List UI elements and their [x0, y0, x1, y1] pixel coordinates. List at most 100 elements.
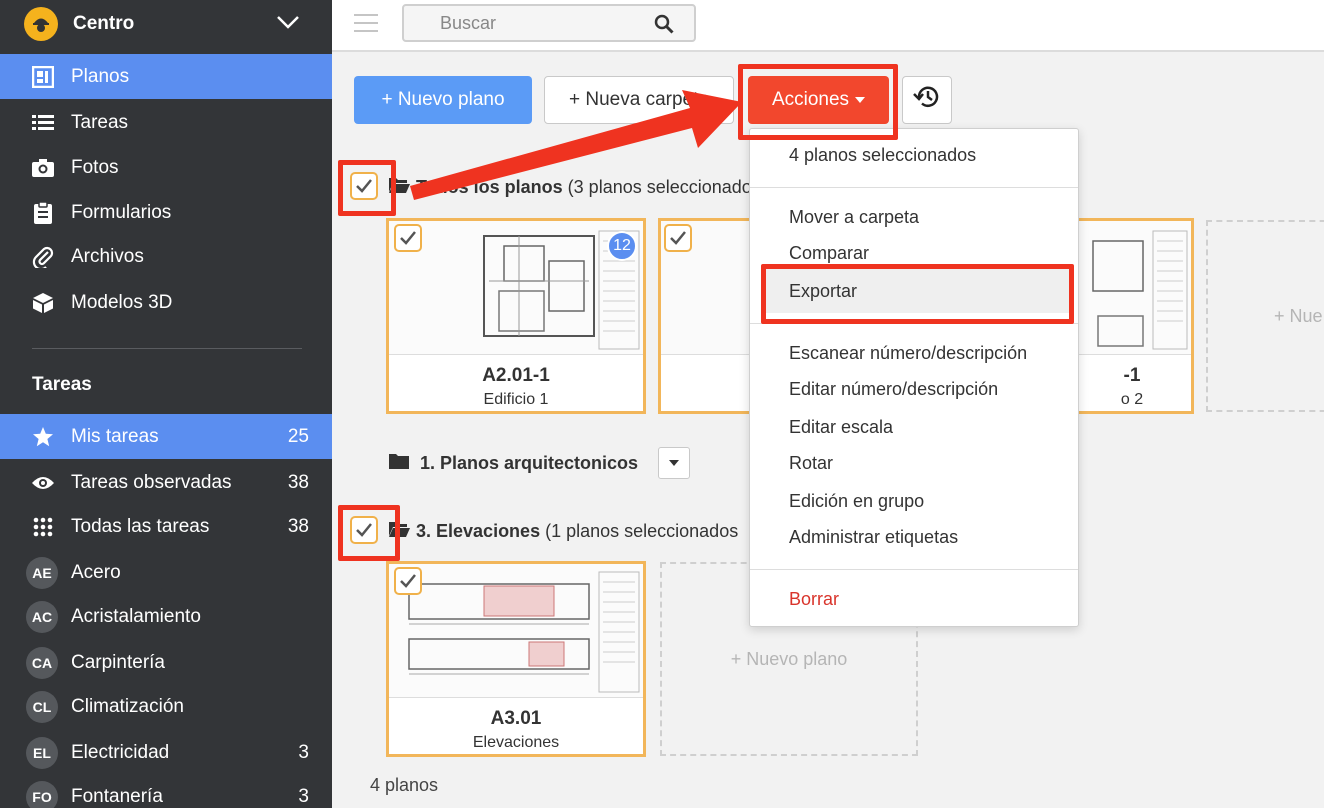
- check-icon: [400, 574, 416, 588]
- check-icon: [400, 231, 416, 245]
- worker-logo-icon: [24, 7, 58, 41]
- sidebar-item-electricidad[interactable]: EL Electricidad 3: [0, 730, 332, 775]
- sidebar-item-label: Acristalamiento: [71, 605, 201, 627]
- task-count: 38: [287, 515, 309, 537]
- folder-name: 3. Elevaciones: [416, 521, 541, 541]
- sidebar-item-acero[interactable]: AE Acero: [0, 550, 332, 595]
- sidebar-item-label: Todas las tareas: [71, 515, 210, 537]
- sidebar-item-mis-tareas[interactable]: Mis tareas 25: [0, 414, 332, 459]
- menu-item-edit-number[interactable]: Editar número/descripción: [789, 379, 998, 400]
- sidebar-item-acristalamiento[interactable]: AC Acristalamiento: [0, 594, 332, 639]
- sidebar-item-label: Fontanería: [71, 785, 163, 807]
- grid-icon: [28, 517, 58, 537]
- chevron-down-icon[interactable]: [276, 14, 300, 35]
- new-plan-placeholder-label: + Nuevo plano: [730, 648, 848, 669]
- folder-header-elev[interactable]: 3. Elevaciones (1 planos seleccionados: [388, 520, 738, 543]
- plan-description: Edificio 1: [483, 391, 549, 408]
- menu-item-scan-number[interactable]: Escanear número/descripción: [789, 343, 1027, 364]
- sidebar-item-label: Tareas observadas: [71, 471, 232, 493]
- menu-item-manage-tags[interactable]: Administrar etiquetas: [789, 527, 958, 548]
- sidebar-item-formularios[interactable]: Formularios: [0, 190, 332, 235]
- trade-avatar: CL: [26, 690, 58, 723]
- plan-count: 4 planos: [370, 775, 439, 795]
- plan-number: -1: [1123, 365, 1141, 386]
- paperclip-icon: [28, 246, 58, 268]
- trade-avatar: AC: [26, 600, 58, 633]
- project-switcher[interactable]: Centro: [0, 0, 332, 48]
- plan-number: A3.01: [490, 708, 542, 729]
- plan-number: A2.01-1: [482, 365, 550, 386]
- plans-icon: [28, 65, 58, 88]
- history-icon: [913, 84, 941, 116]
- new-folder-button[interactable]: + Nueva carpeta: [544, 76, 734, 124]
- folder-name: 1. Planos arquitectonicos: [420, 453, 639, 473]
- sidebar-item-label: Tareas: [71, 111, 129, 133]
- task-count-badge[interactable]: 12: [607, 231, 637, 261]
- menu-item-bulk-edit[interactable]: Edición en grupo: [789, 491, 924, 512]
- search-placeholder: Buscar: [440, 12, 497, 33]
- sidebar-item-carpinteria[interactable]: CA Carpintería: [0, 640, 332, 685]
- sidebar-item-fotos[interactable]: Fotos: [0, 145, 332, 190]
- list-icon: [28, 114, 58, 132]
- project-name: Centro: [73, 13, 135, 34]
- clipboard-icon: [28, 201, 58, 224]
- sidebar-item-label: Climatización: [71, 695, 184, 717]
- new-plan-placeholder[interactable]: + Nue: [1206, 220, 1324, 412]
- sidebar-item-climatizacion[interactable]: CL Climatización: [0, 684, 332, 729]
- hamburger-icon[interactable]: [354, 12, 378, 39]
- search-icon[interactable]: [654, 14, 674, 39]
- sidebar-item-label: Modelos 3D: [71, 291, 173, 313]
- plan-card[interactable]: 12 A2.01-1 Edificio 1: [386, 218, 646, 414]
- sidebar-item-label: Acero: [71, 561, 121, 583]
- menu-item-delete[interactable]: Borrar: [789, 589, 839, 610]
- plan-checkbox[interactable]: [664, 224, 692, 252]
- folder-selection-note: (1 planos seleccionados: [545, 521, 739, 541]
- check-icon: [670, 231, 686, 245]
- history-button[interactable]: [902, 76, 952, 124]
- sidebar-divider: [32, 348, 302, 349]
- folder-options-dropdown[interactable]: [658, 447, 690, 479]
- menu-item-edit-scale[interactable]: Editar escala: [789, 417, 893, 438]
- menu-divider: [750, 569, 1078, 570]
- plan-checkbox[interactable]: [394, 567, 422, 595]
- plan-card[interactable]: A3.01 Elevaciones: [386, 561, 646, 757]
- trade-avatar: FO: [26, 780, 58, 808]
- plan-checkbox[interactable]: [394, 224, 422, 252]
- sidebar-item-planos[interactable]: Planos: [0, 54, 332, 99]
- folder-header-arch[interactable]: 1. Planos arquitectonicos: [388, 452, 638, 475]
- sidebar-item-todas-las-tareas[interactable]: Todas las tareas 38: [0, 504, 332, 549]
- trade-avatar: EL: [26, 736, 58, 769]
- sidebar-item-tareas-observadas[interactable]: Tareas observadas 38: [0, 460, 332, 505]
- new-plan-button[interactable]: + Nuevo plano: [354, 76, 532, 124]
- sidebar-item-tareas[interactable]: Tareas: [0, 100, 332, 145]
- star-icon: [28, 426, 58, 448]
- menu-item-rotate[interactable]: Rotar: [789, 453, 833, 474]
- annotation-box-folder-checkbox: [338, 505, 400, 561]
- sidebar-item-label: Carpintería: [71, 651, 165, 673]
- camera-icon: [28, 158, 58, 177]
- folder-icon: [388, 452, 410, 475]
- menu-item-compare[interactable]: Comparar: [789, 243, 869, 264]
- sidebar-item-label: Planos: [71, 65, 130, 87]
- sidebar-item-label: Archivos: [71, 245, 144, 267]
- caret-down-icon: [669, 460, 679, 466]
- sidebar-item-fontaneria[interactable]: FO Fontanería 3: [0, 774, 332, 808]
- sidebar-item-modelos-3d[interactable]: Modelos 3D: [0, 280, 332, 325]
- folder-header-all[interactable]: Todos los planos (3 planos seleccionados: [388, 176, 761, 199]
- annotation-box-select-all: [338, 160, 396, 216]
- sidebar-section-title: Tareas: [32, 374, 92, 395]
- sidebar-item-archivos[interactable]: Archivos: [0, 234, 332, 279]
- plan-thumbnail: [389, 564, 643, 698]
- task-count: 38: [287, 471, 309, 493]
- annotation-box-actions: [738, 64, 898, 140]
- eye-icon: [28, 475, 58, 491]
- plan-card[interactable]: -1 o 2: [1070, 218, 1194, 414]
- sidebar-item-label: Electricidad: [71, 741, 170, 763]
- actions-menu: 4 planos seleccionados Mover a carpeta C…: [749, 128, 1079, 627]
- menu-item-move-to-folder[interactable]: Mover a carpeta: [789, 207, 919, 228]
- sidebar-item-label: Fotos: [71, 156, 119, 178]
- new-plan-placeholder-label: + Nue: [1274, 305, 1323, 326]
- folder-selection-note: (3 planos seleccionados: [567, 177, 761, 197]
- plan-thumbnail: [389, 221, 643, 355]
- search-input[interactable]: Buscar: [402, 4, 696, 42]
